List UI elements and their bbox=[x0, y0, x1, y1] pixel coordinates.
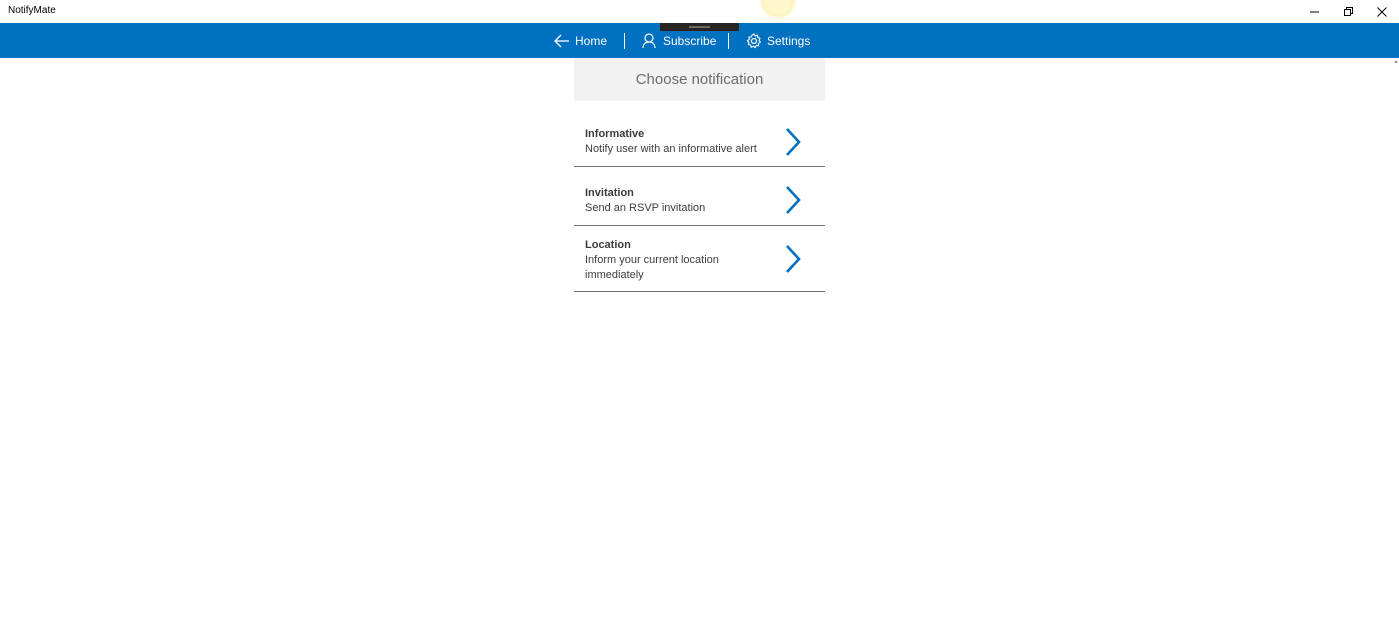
chevron-right-icon bbox=[786, 128, 801, 156]
nav-settings[interactable]: Settings bbox=[746, 23, 810, 58]
close-button[interactable] bbox=[1365, 0, 1399, 23]
window-title: NotifyMate bbox=[8, 5, 56, 16]
nav-home[interactable]: Home bbox=[554, 23, 607, 58]
camera-notch bbox=[660, 23, 739, 31]
minimize-button[interactable] bbox=[1298, 0, 1332, 23]
notification-description: Notify user with an informative alert bbox=[585, 143, 757, 155]
notification-item-invitation[interactable]: Invitation Send an RSVP invitation bbox=[574, 175, 825, 226]
restore-button[interactable] bbox=[1332, 0, 1366, 23]
back-arrow-icon bbox=[554, 34, 570, 48]
notification-title: Invitation bbox=[585, 187, 634, 199]
page-title: Choose notification bbox=[635, 71, 764, 88]
chevron-right-icon bbox=[786, 186, 801, 214]
notification-item-informative[interactable]: Informative Notify user with an informat… bbox=[574, 116, 825, 167]
close-icon bbox=[1377, 6, 1387, 17]
restore-icon bbox=[1344, 6, 1353, 16]
nav-divider bbox=[728, 33, 729, 49]
gear-icon bbox=[746, 32, 762, 49]
notification-title: Location bbox=[585, 239, 631, 251]
scrollbar[interactable] bbox=[1392, 58, 1399, 639]
notification-title: Informative bbox=[585, 128, 645, 140]
person-icon bbox=[642, 32, 658, 49]
nav-divider bbox=[624, 33, 625, 49]
minimize-icon bbox=[1310, 11, 1319, 12]
chevron-right-icon bbox=[786, 245, 801, 273]
notification-description: Inform your current location immediately bbox=[585, 254, 719, 281]
title-bar: NotifyMate bbox=[0, 0, 1399, 23]
nav-subscribe-label: Subscribe bbox=[663, 33, 717, 48]
nav-home-label: Home bbox=[575, 33, 608, 48]
notification-item-location[interactable]: Location Inform your current location im… bbox=[574, 227, 825, 292]
nav-settings-label: Settings bbox=[767, 33, 811, 48]
scroll-up-arrow-icon[interactable] bbox=[1394, 60, 1398, 63]
page-header: Choose notification bbox=[574, 58, 825, 101]
notification-description: Send an RSVP invitation bbox=[585, 202, 706, 214]
